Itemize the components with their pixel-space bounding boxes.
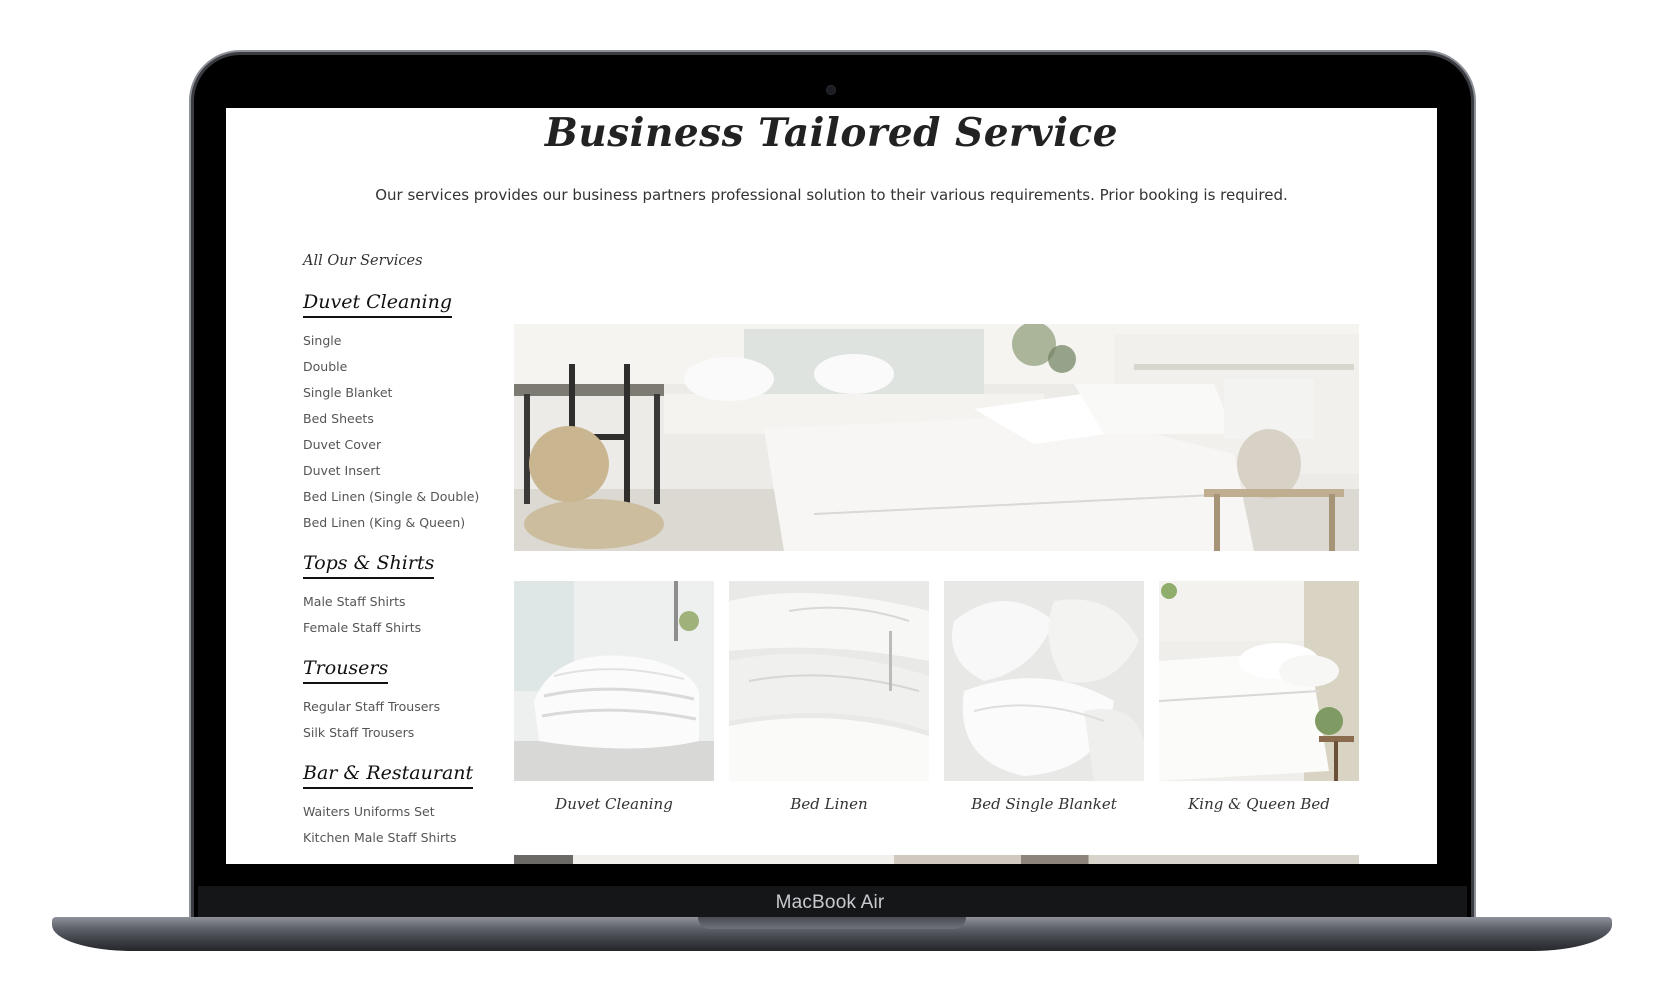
service-link[interactable]: Bed Linen (King & Queen) xyxy=(303,510,503,536)
service-link[interactable]: Double xyxy=(303,354,503,380)
service-link[interactable]: Duvet Cover xyxy=(303,432,503,458)
service-link[interactable]: Single xyxy=(303,328,503,354)
all-services-link[interactable]: All Our Services xyxy=(303,253,503,269)
category-tops-shirts: Tops & Shirts Male Staff Shirts Female S… xyxy=(303,552,503,641)
service-card[interactable]: King & Queen Bed xyxy=(1159,581,1359,813)
category-heading[interactable]: Tops & Shirts xyxy=(303,552,435,579)
page-subtitle: Our services provides our business partn… xyxy=(375,186,1288,204)
device-label: MacBook Air xyxy=(775,892,885,913)
category-trousers: Trousers Regular Staff Trousers Silk Sta… xyxy=(303,657,503,746)
service-link[interactable]: Waiters Uniforms Set xyxy=(303,799,503,825)
card-image xyxy=(944,581,1144,781)
card-label: Duvet Cleaning xyxy=(555,795,673,813)
category-heading[interactable]: Bar & Restaurant xyxy=(303,762,474,789)
laptop-notch xyxy=(698,917,966,929)
service-link[interactable]: Duvet Insert xyxy=(303,458,503,484)
service-link[interactable]: Bed Sheets xyxy=(303,406,503,432)
service-link[interactable]: Kitchen Male Staff Shirts xyxy=(303,825,503,851)
service-link[interactable]: Female Staff Shirts xyxy=(303,615,503,641)
category-duvet-cleaning: Duvet Cleaning Single Double Single Blan… xyxy=(303,291,503,536)
card-label: Bed Single Blanket xyxy=(971,795,1117,813)
card-label: King & Queen Bed xyxy=(1188,795,1330,813)
card-label: Bed Linen xyxy=(790,795,868,813)
service-link[interactable]: Single Blanket xyxy=(303,380,503,406)
browser-viewport: Business Tailored Service Our services p… xyxy=(226,108,1437,864)
service-card[interactable]: Bed Single Blanket xyxy=(944,581,1144,813)
next-row-image-strip xyxy=(514,855,1359,864)
service-link[interactable]: Male Staff Shirts xyxy=(303,589,503,615)
service-card[interactable]: Bed Linen xyxy=(729,581,929,813)
service-card[interactable]: Duvet Cleaning xyxy=(514,581,714,813)
category-heading[interactable]: Trousers xyxy=(303,657,389,684)
service-link[interactable]: Silk Staff Trousers xyxy=(303,720,503,746)
king-bed-photo xyxy=(1159,581,1359,781)
page-title: Business Tailored Service xyxy=(544,110,1119,156)
card-image xyxy=(1159,581,1359,781)
bedroom-photo xyxy=(514,324,1359,551)
card-image xyxy=(729,581,929,781)
service-link[interactable]: Regular Staff Trousers xyxy=(303,694,503,720)
category-bar-restaurant: Bar & Restaurant Waiters Uniforms Set Ki… xyxy=(303,762,503,851)
webcam-icon xyxy=(827,86,835,94)
bed-linen-photo xyxy=(729,581,929,781)
category-heading[interactable]: Duvet Cleaning xyxy=(303,291,453,318)
hero-bedroom-image[interactable] xyxy=(514,324,1359,551)
folded-duvet-photo xyxy=(514,581,714,781)
services-sidebar: All Our Services Duvet Cleaning Single D… xyxy=(303,253,503,864)
pillows-photo xyxy=(944,581,1144,781)
card-image xyxy=(514,581,714,781)
service-cards: Duvet Cleaning Bed Linen Bed Single Blan… xyxy=(514,581,1359,841)
service-link[interactable]: Bed Linen (Single & Double) xyxy=(303,484,503,510)
